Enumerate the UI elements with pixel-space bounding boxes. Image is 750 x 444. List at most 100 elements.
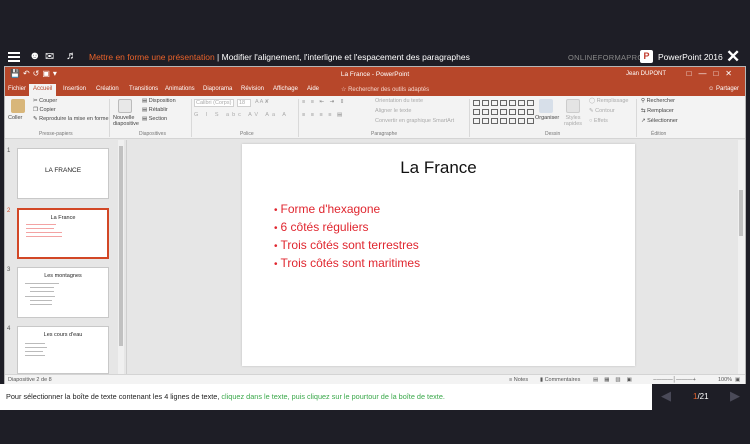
thumbnail-slide-2[interactable]: La France [17,208,109,259]
tab-accueil[interactable]: Accueil [29,84,57,96]
text-box[interactable]: Forme d'hexagone 6 côtés réguliers Trois… [274,201,421,273]
bullet-item[interactable]: 6 côtés réguliers [274,219,420,237]
user-name[interactable]: Jean DUPONT [626,71,666,77]
effects-button[interactable]: ○ Effets [589,118,608,124]
bullet-item[interactable]: Trois côtés sont maritimes [274,255,421,273]
reset-icon: ▤ [142,107,148,113]
instruction-action: cliquez dans le texte, puis cliquez sur … [221,392,445,401]
thumbnails-scrollbar[interactable] [118,140,124,374]
find-button[interactable]: ⚲ Rechercher [641,98,675,104]
instruction-bar: Pour sélectionner la boîte de texte cont… [0,384,652,410]
copy-button[interactable]: ❐ Copier [33,107,56,113]
thumbnail-title: Les montagnes [44,273,82,279]
comments-button[interactable]: ▮ Commentaires [540,377,580,383]
replace-button[interactable]: ⇆ Remplacer [641,108,674,114]
close-icon[interactable]: ✕ [726,47,740,67]
thumbnail-number: 4 [7,326,11,332]
tab-diaporama[interactable]: Diaporama [203,86,232,92]
slide-scrollbar[interactable] [738,140,745,374]
format-painter-button[interactable]: ✎ Reproduire la mise en forme [33,116,109,122]
quick-styles-button[interactable]: Styles rapides [561,115,585,127]
breadcrumb-separator: | [214,52,222,62]
thumbnail-line [30,287,54,288]
chat-icon[interactable]: ✉ [45,50,54,63]
font-group-label: Police [240,131,254,137]
tab-aide[interactable]: Aide [307,86,319,92]
font-grow-icon[interactable]: A A ✘ [255,99,269,105]
fill-label: Remplissage [596,98,629,104]
thumbnail-line [25,296,55,297]
paste-button[interactable]: Coller [8,115,22,121]
smartart-button[interactable]: Convertir en graphique SmartArt [375,118,454,124]
separator [109,99,110,137]
thumbnail-slide-1[interactable]: LA FRANCE [17,148,109,199]
layout-button[interactable]: ▤ Disposition [142,98,176,104]
tab-revision[interactable]: Révision [241,86,264,92]
quick-styles-icon[interactable] [566,99,580,113]
thumbnail-slide-3[interactable]: Les montagnes [17,267,109,318]
view-buttons[interactable]: ▤▦▧▣ [593,377,638,383]
new-slide-button[interactable]: Nouvelle diapositive [113,115,143,127]
previous-icon[interactable]: ◀ [661,388,671,404]
bullet-item[interactable]: Forme d'hexagone [274,201,420,219]
menu-icon[interactable] [8,52,20,62]
ribbon: Coller ✂ Couper ❐ Copier ✎ Reproduire la… [5,96,745,139]
align-text-button[interactable]: Aligner le texte [375,108,411,114]
tab-transitions[interactable]: Transitions [129,86,158,92]
window-controls[interactable]: □—□✕ [687,69,739,78]
reset-button[interactable]: ▤ Rétablir [142,107,168,113]
font-style-buttons[interactable]: G I S abc AV Aa A [194,112,289,118]
scissors-icon: ✂ [33,98,38,104]
zoom-slider[interactable]: −———│———+ [653,377,696,383]
brush-icon: ✎ [33,116,38,122]
thumbnail-title: La France [50,215,76,221]
fill-button[interactable]: ◯ Remplissage [589,98,628,104]
bullet-item[interactable]: Trois côtés sont terrestres [274,237,420,255]
slide-title[interactable]: La France [242,158,635,178]
text-direction-button[interactable]: Orientation du texte [375,98,423,104]
slides-group-label: Diapositives [139,131,166,137]
thumbnail-line [26,228,54,229]
thumbnail-line [25,347,47,348]
outline-button[interactable]: ✎ Contour [589,108,615,114]
current-slide[interactable]: La France Forme d'hexagone 6 côtés régul… [242,144,635,366]
tell-me-search[interactable]: ☆ Rechercher des outils adaptés [341,86,429,93]
zoom-level[interactable]: 100% [718,377,732,383]
list-buttons[interactable]: ≡ ≡ ⇤ ⇥ ⇕ [302,99,346,105]
breadcrumb-section[interactable]: Mettre en forme une présentation [89,52,215,62]
share-button[interactable]: ☺ Partager [708,86,739,92]
breadcrumb-lesson: Modifier l'alignement, l'interligne et l… [221,52,470,62]
arrange-button[interactable]: Organiser [535,115,559,121]
new-slide-icon[interactable] [118,99,132,113]
fit-slide-icon[interactable]: ▣ [735,377,740,383]
copy-icon: ❐ [33,107,38,113]
select-button[interactable]: ↗ Sélectionner [641,118,678,124]
tab-insertion[interactable]: Insertion [63,86,86,92]
cut-button[interactable]: ✂ Couper [33,98,57,104]
clipboard-group-label: Presse-papiers [39,131,73,137]
tab-fichier[interactable]: Fichier [8,86,26,92]
notes-button[interactable]: ≡ Notes [509,377,528,383]
font-name-select[interactable]: Calibri (Corps) [194,99,234,107]
thumbnail-line [30,291,54,292]
next-icon[interactable]: ▶ [730,388,740,404]
tab-affichage[interactable]: Affichage [273,86,298,92]
section-button[interactable]: ▤ Section [142,116,167,122]
cut-label: Couper [39,98,58,104]
tab-animations[interactable]: Animations [165,86,195,92]
fill-icon: ◯ [589,98,596,104]
tab-creation[interactable]: Création [96,86,119,92]
slide-counter: Diapositive 2 de 8 [8,377,52,383]
alignment-buttons[interactable]: ≡ ≡ ≡ ≡ ▤ [302,112,344,118]
scrollbar-thumb[interactable] [739,190,743,236]
shapes-gallery[interactable] [473,100,534,126]
font-size-select[interactable]: 18 [237,99,251,107]
thumbnail-slide-4[interactable]: Les cours d'eau [17,326,109,374]
audio-icon[interactable]: ♬ [66,50,77,62]
scrollbar-thumb[interactable] [119,146,123,346]
thumbnail-number: 3 [7,267,11,273]
paste-icon[interactable] [11,99,25,113]
lightbulb-icon: ☆ [341,87,347,93]
user-icon[interactable]: ☻ [29,50,41,62]
arrange-icon[interactable] [539,99,553,113]
